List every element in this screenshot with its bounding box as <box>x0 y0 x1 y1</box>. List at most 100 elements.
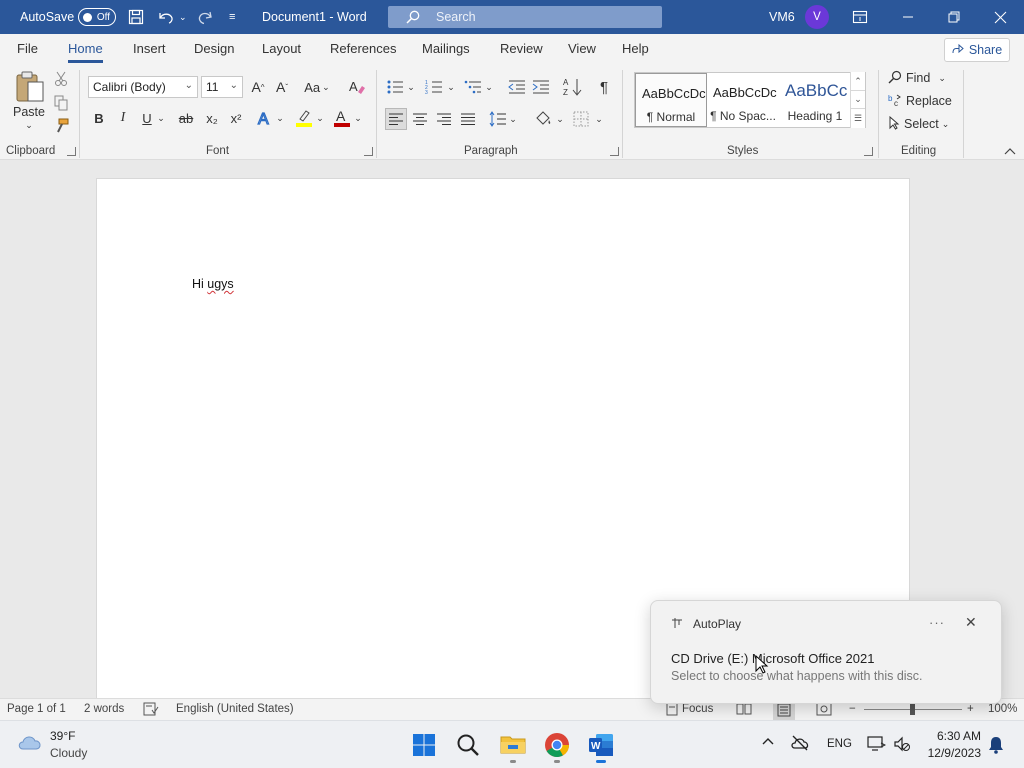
sort-icon[interactable]: AZ <box>562 76 584 98</box>
strikethrough-button[interactable]: ab <box>175 108 197 128</box>
undo-dropdown-icon[interactable]: ⌄ <box>179 0 187 34</box>
autosave-toggle[interactable]: Off <box>78 8 116 26</box>
select-button[interactable]: Select ⌄ <box>888 115 949 133</box>
font-size-select[interactable]: 11 ⌄ <box>201 76 243 98</box>
input-language[interactable]: ENG <box>827 738 852 750</box>
bullets-dropdown-icon[interactable]: ⌄ <box>406 77 416 97</box>
focus-label[interactable]: Focus <box>682 703 713 715</box>
close-icon[interactable] <box>994 0 1007 34</box>
user-name[interactable]: VM6 <box>769 0 795 34</box>
restore-icon[interactable] <box>948 0 960 34</box>
misspelled-word[interactable]: ugys <box>207 277 233 291</box>
justify-icon[interactable] <box>457 108 479 130</box>
line-spacing-icon[interactable] <box>488 108 508 130</box>
styles-launcher-icon[interactable] <box>864 147 873 156</box>
decrease-indent-icon[interactable] <box>507 77 527 97</box>
font-color-icon[interactable]: A <box>331 107 353 129</box>
share-button[interactable]: Share <box>944 38 1010 62</box>
autoplay-notification[interactable]: AutoPlay ··· ✕ CD Drive (E:) Microsoft O… <box>650 600 1002 704</box>
redo-icon[interactable] <box>196 0 214 34</box>
borders-dropdown-icon[interactable]: ⌄ <box>594 108 604 130</box>
tab-help[interactable]: Help <box>622 41 649 56</box>
underline-button[interactable]: U <box>138 108 156 128</box>
tab-file[interactable]: File <box>17 41 38 56</box>
text-effects-dropdown-icon[interactable]: ⌄ <box>275 108 285 128</box>
numbering-dropdown-icon[interactable]: ⌄ <box>446 77 456 97</box>
tab-design[interactable]: Design <box>194 41 234 56</box>
tab-insert[interactable]: Insert <box>133 41 166 56</box>
chevron-up-icon[interactable] <box>762 737 774 745</box>
font-name-select[interactable]: Calibri (Body) ⌄ <box>88 76 198 98</box>
line-spacing-dropdown-icon[interactable]: ⌄ <box>508 108 518 130</box>
clock-date[interactable]: 12/9/2023 <box>925 746 981 760</box>
align-center-icon[interactable] <box>409 108 431 130</box>
word-count[interactable]: 2 words <box>84 703 124 715</box>
notification-bell-icon[interactable] <box>988 736 1004 754</box>
customize-toolbar-icon[interactable]: ≡ <box>229 0 235 34</box>
styles-more-icon[interactable]: ☰ <box>850 108 865 128</box>
styles-scroll-down-icon[interactable]: ⌄ <box>850 90 865 108</box>
paste-label[interactable]: Paste <box>13 105 45 119</box>
close-notification-icon[interactable]: ✕ <box>965 614 977 631</box>
increase-indent-icon[interactable] <box>531 77 551 97</box>
minimize-icon[interactable] <box>902 0 914 34</box>
italic-button[interactable]: I <box>114 108 132 128</box>
avatar[interactable]: V <box>805 5 829 29</box>
change-case-button[interactable]: Aa ⌄ <box>301 77 333 97</box>
bullets-icon[interactable] <box>385 77 405 97</box>
numbering-icon[interactable]: 123 <box>424 77 444 97</box>
superscript-button[interactable]: x² <box>226 108 246 128</box>
clear-formatting-icon[interactable]: A <box>346 76 368 98</box>
text-effects-icon[interactable]: A <box>255 107 275 129</box>
focus-icon[interactable] <box>666 702 678 719</box>
copy-icon[interactable] <box>52 94 70 112</box>
search-box[interactable]: Search <box>388 6 662 28</box>
subscript-button[interactable]: x₂ <box>202 108 222 128</box>
zoom-slider-handle[interactable] <box>910 704 915 715</box>
format-painter-icon[interactable] <box>52 117 70 135</box>
page-count[interactable]: Page 1 of 1 <box>7 703 66 715</box>
font-launcher-icon[interactable] <box>364 147 373 156</box>
weather-cloud-icon[interactable] <box>16 731 44 753</box>
replace-button[interactable]: bc Replace <box>888 92 952 110</box>
windows-start-icon[interactable] <box>412 733 436 757</box>
onedrive-offline-icon[interactable] <box>790 735 810 751</box>
collapse-ribbon-icon[interactable] <box>1002 144 1018 158</box>
document-text[interactable]: Hi ugys <box>192 277 234 291</box>
show-formatting-icon[interactable]: ¶ <box>595 76 613 98</box>
align-left-icon[interactable] <box>385 108 407 130</box>
chrome-icon[interactable] <box>544 732 570 758</box>
font-color-dropdown-icon[interactable]: ⌄ <box>353 108 363 128</box>
paste-dropdown-icon[interactable]: ⌄ <box>23 120 35 131</box>
highlight-dropdown-icon[interactable]: ⌄ <box>315 108 325 128</box>
network-icon[interactable] <box>866 735 886 753</box>
save-icon[interactable] <box>128 0 144 34</box>
find-button[interactable]: Find ⌄ <box>888 69 946 87</box>
more-options-icon[interactable]: ··· <box>929 615 945 630</box>
tab-view[interactable]: View <box>568 41 596 56</box>
tab-review[interactable]: Review <box>500 41 543 56</box>
shrink-font-icon[interactable]: Aˇ <box>272 77 292 97</box>
underline-dropdown-icon[interactable]: ⌄ <box>156 108 166 128</box>
paragraph-launcher-icon[interactable] <box>610 147 619 156</box>
style-heading-1[interactable]: AaBbCc Heading 1 <box>779 73 851 127</box>
undo-icon[interactable] <box>157 0 175 34</box>
ribbon-display-options-icon[interactable] <box>852 0 868 34</box>
borders-icon[interactable] <box>571 108 591 130</box>
clipboard-launcher-icon[interactable] <box>67 147 76 156</box>
tab-mailings[interactable]: Mailings <box>422 41 470 56</box>
proofing-icon[interactable] <box>143 702 159 719</box>
file-explorer-icon[interactable] <box>500 733 526 755</box>
multilevel-dropdown-icon[interactable]: ⌄ <box>484 77 494 97</box>
web-layout-icon[interactable] <box>816 702 832 719</box>
weather-temp[interactable]: 39°F <box>50 729 75 743</box>
zoom-in-button[interactable]: + <box>967 703 974 715</box>
grow-font-icon[interactable]: A ^ <box>248 77 268 97</box>
multilevel-list-icon[interactable] <box>463 77 483 97</box>
styles-scroll-up-icon[interactable]: ⌃ <box>850 72 865 90</box>
clock-time[interactable]: 6:30 AM <box>925 729 981 743</box>
shading-dropdown-icon[interactable]: ⌄ <box>555 108 565 130</box>
weather-condition[interactable]: Cloudy <box>50 746 87 760</box>
volume-muted-icon[interactable] <box>893 735 911 753</box>
tab-home[interactable]: Home <box>68 41 103 63</box>
